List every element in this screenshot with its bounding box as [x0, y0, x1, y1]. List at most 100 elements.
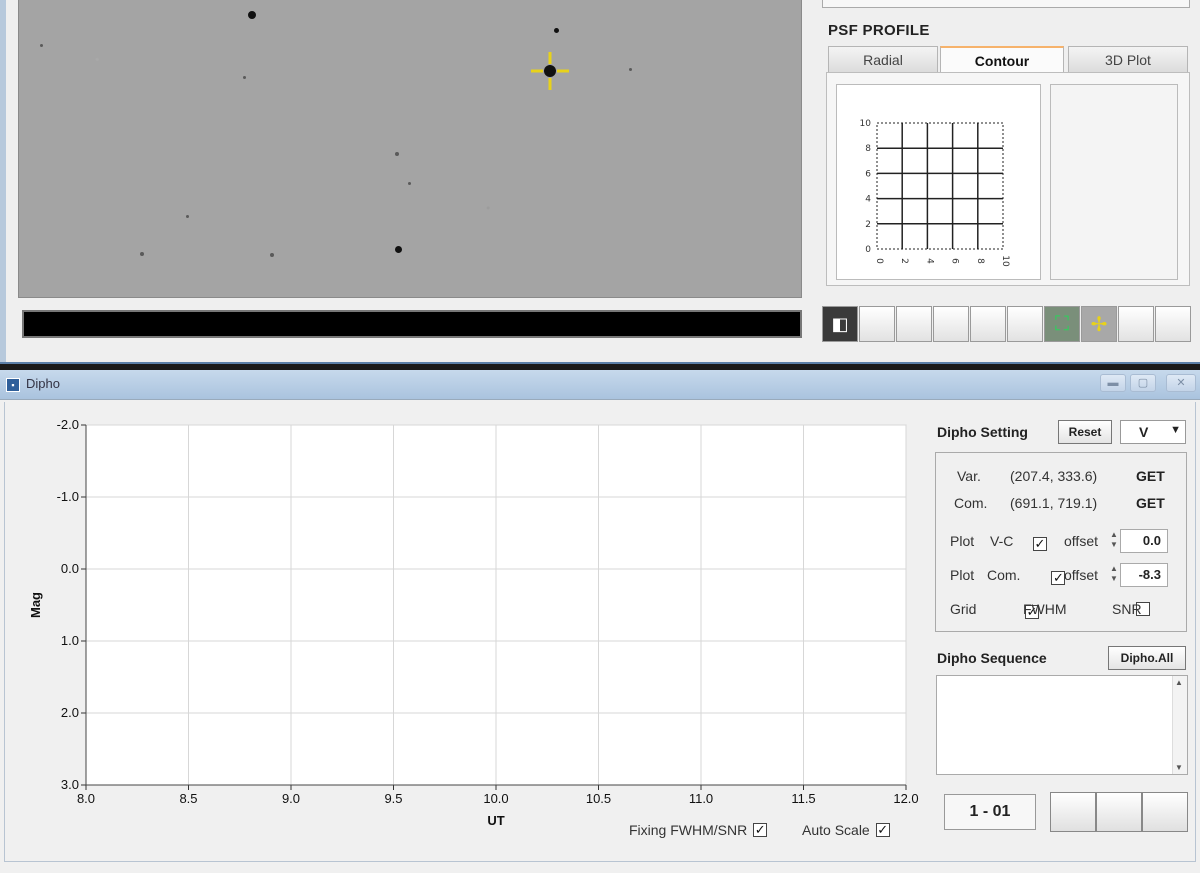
info-field [822, 0, 1190, 8]
star [40, 44, 43, 47]
star [248, 11, 256, 19]
contour-y-tick-label: 4 [865, 195, 871, 205]
minimize-button[interactable]: ▬ [1100, 374, 1126, 392]
tab-contour[interactable]: Contour [940, 46, 1064, 74]
contour-plot: 10 8 6 4 2 0 0 2 4 6 8 10 [836, 84, 1041, 280]
contour-x-tick-label: 10 [1000, 255, 1010, 267]
contour-y-tick-label: 2 [865, 220, 871, 230]
dipho-all-button[interactable]: Dipho.All [1108, 646, 1186, 670]
maximize-button[interactable]: ▢ [1130, 374, 1156, 392]
psf-profile-title: PSF PROFILE [828, 22, 930, 39]
star [140, 252, 144, 256]
play-button[interactable] [1096, 792, 1142, 832]
contour-y-tick-label: 8 [865, 144, 871, 154]
toolbar-button[interactable] [970, 306, 1006, 342]
next-frame-button[interactable] [1142, 792, 1188, 832]
x-tick-label: 11.0 [689, 791, 713, 806]
x-tick-label: 8.0 [77, 791, 95, 806]
snr-label: SNR [1112, 601, 1142, 617]
x-tick-label: 12.0 [893, 791, 918, 806]
x-tick-label: 11.5 [791, 791, 815, 806]
star [243, 76, 246, 79]
star [554, 28, 559, 33]
y-axis-title: Mag [28, 592, 43, 618]
star [270, 253, 274, 257]
toolbar-button[interactable] [1007, 306, 1043, 342]
com-offset-spinner-icon[interactable]: ▲ ▼ [1110, 564, 1118, 586]
fixing-fwhm-snr-checkbox[interactable]: ✓ [753, 823, 768, 837]
sequence-scrollbar[interactable]: ▲ ▼ [1172, 676, 1187, 774]
display-mode-button[interactable]: ◧ [822, 306, 858, 342]
contour-y-tick-label: 0 [865, 245, 871, 255]
y-tick-label: 2.0 [61, 705, 79, 720]
fixing-fwhm-snr-option[interactable]: Fixing FWHM/SNR ✓ [629, 822, 768, 838]
close-icon: ✕ [1176, 377, 1186, 389]
toolbar-button[interactable] [859, 306, 895, 342]
star [629, 68, 632, 71]
aperture-button[interactable]: ✢ [1081, 306, 1117, 342]
contour-y-tick-label: 6 [865, 169, 871, 179]
close-button[interactable]: ✕ [1166, 374, 1196, 392]
grid-label: Grid [950, 601, 977, 617]
maximize-icon: ▢ [1137, 377, 1149, 389]
auto-scale-checkbox[interactable]: ✓ [875, 823, 890, 837]
plot-vc-checkbox[interactable]: ✓ [1033, 537, 1047, 551]
var-label: Var. [957, 468, 981, 484]
scroll-up-icon[interactable]: ▲ [1175, 678, 1183, 687]
contour-x-tick-label: 4 [924, 258, 934, 264]
contour-x-tick-label: 2 [899, 258, 909, 264]
tab-3d-plot[interactable]: 3D Plot [1068, 46, 1188, 73]
minimize-icon: ▬ [1107, 377, 1119, 389]
com-coords: (691.1, 719.1) [1010, 495, 1098, 511]
chevron-down-icon: ▼ [1170, 424, 1181, 436]
y-tick-label: -1.0 [57, 489, 79, 504]
toolbar-button[interactable] [1155, 306, 1191, 342]
reset-button[interactable]: Reset [1058, 420, 1112, 444]
document-icon: ◧ [831, 313, 849, 334]
x-tick-label: 10.5 [586, 791, 611, 806]
fwhm-label: FWHM [1023, 601, 1067, 617]
var-get-button[interactable]: GET [1136, 468, 1165, 484]
x-tick-label: 10.0 [483, 791, 508, 806]
light-curve-chart[interactable]: 8.0 8.5 9.0 9.5 10.0 10.5 11.0 11.5 12.0 -2.0 -1.0… [0, 395, 930, 845]
auto-scale-option[interactable]: Auto Scale ✓ [802, 822, 890, 838]
toolbar-button[interactable] [896, 306, 932, 342]
app-icon: ▪ [6, 378, 20, 392]
vc-offset-spinner-icon[interactable]: ▲ ▼ [1110, 530, 1118, 552]
contour-x-tick-label: 8 [975, 258, 985, 264]
contour-frame [876, 122, 1004, 250]
star [408, 182, 411, 185]
image-status-bar [22, 310, 802, 338]
dipho-sequence-title: Dipho Sequence [937, 650, 1047, 666]
vc-label: V-C [990, 533, 1014, 549]
contour-grid: 10 8 6 4 2 00 2 4 6 8 10 [860, 119, 1010, 267]
band-select[interactable]: V ▼ [1120, 420, 1186, 444]
y-tick-label: -2.0 [57, 417, 79, 432]
sequence-list[interactable] [936, 675, 1188, 775]
scroll-down-icon[interactable]: ▼ [1175, 763, 1183, 772]
plot-vc-label: Plot [950, 533, 975, 549]
toolbar-button[interactable] [933, 306, 969, 342]
dipho-setting-title: Dipho Setting [937, 424, 1028, 440]
target-crosshair-icon[interactable] [529, 50, 571, 92]
com-get-button[interactable]: GET [1136, 495, 1165, 511]
tab-radial[interactable]: Radial [828, 46, 938, 73]
window-title: Dipho [26, 376, 60, 391]
fits-image-view[interactable] [18, 0, 802, 298]
band-value: V [1139, 424, 1149, 440]
y-tick-label: 3.0 [61, 777, 79, 792]
contour-y-tick-label: 10 [860, 119, 872, 129]
fit-view-button[interactable]: ⛶ [1044, 306, 1080, 342]
com-label: Com. [954, 495, 988, 511]
star [395, 152, 399, 156]
fit-frame-icon: ⛶ [1055, 312, 1069, 335]
fixing-fwhm-snr-label: Fixing FWHM/SNR [629, 822, 748, 838]
auto-scale-label: Auto Scale [802, 822, 870, 838]
com-offset-label: offset [1064, 567, 1098, 583]
previous-frame-button[interactable] [1050, 792, 1096, 832]
com-offset-input[interactable]: -8.3 [1120, 563, 1168, 587]
y-tick-label: 1.0 [61, 633, 79, 648]
toolbar-button[interactable] [1118, 306, 1154, 342]
star [186, 215, 189, 218]
vc-offset-input[interactable]: 0.0 [1120, 529, 1168, 553]
